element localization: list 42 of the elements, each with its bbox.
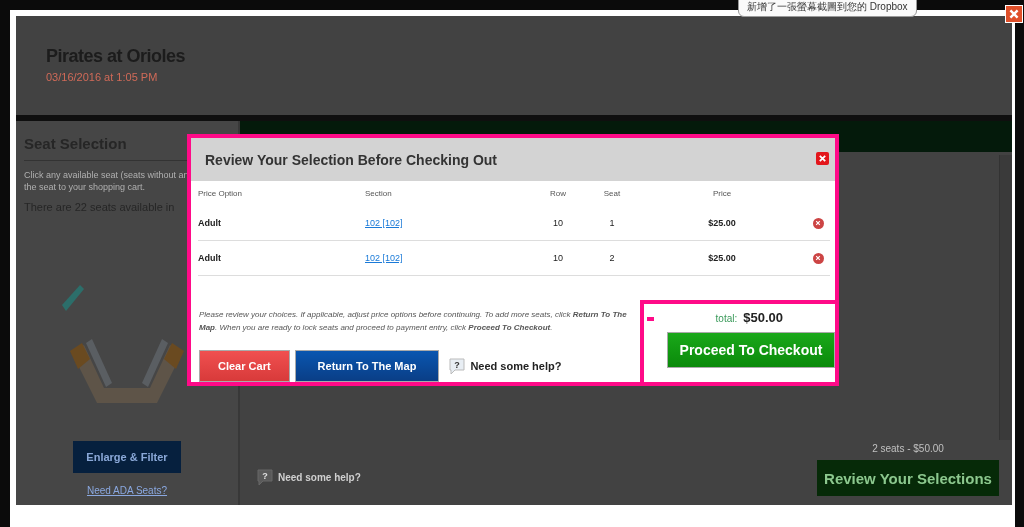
table-cell-text: 1 [608,218,616,228]
clear-cart-button[interactable]: Clear Cart [199,350,290,382]
column-header: Seat [602,189,622,198]
table-cell-text: 2 [608,253,616,263]
x-icon [815,220,821,226]
help-bubble-icon: ? [256,469,274,486]
x-icon [818,153,827,163]
table-cell: Adult [198,253,221,263]
ada-seats-link[interactable]: Need ADA Seats? [86,485,168,496]
help-text[interactable]: Need some help? [278,472,361,483]
section-link[interactable]: 102 [102] [365,218,403,228]
table-cell-text: $25.00 [707,253,737,263]
review-selections-button[interactable]: Review Your Selections [817,460,999,496]
close-button[interactable] [816,151,829,165]
x-icon [815,255,821,261]
instruction-text: the seat to your shopping cart. [24,181,147,193]
column-header: Price [711,189,733,198]
cart-summary: 2 seats - $50.00 [872,443,944,454]
instructions-note: Please review your choices. If applicable, adjust price options before continuing. To add more seats, click Return To The Map. When you are ready to lock seats and proceed to payment entry, click Proceed To Checkout. [199,309,628,334]
table-cell-text: $25.00 [707,218,737,228]
help-text[interactable]: Need some help? [470,360,562,372]
column-header: Section [365,189,393,198]
total-amount: $50.00 [743,310,783,325]
help-bubble-icon: ? [448,357,467,375]
table-cell-text: 10 [552,218,564,228]
table-cell: Adult [198,218,221,228]
scrollbar[interactable] [999,155,1012,440]
event-date: 03/16/2016 at 1:05 PM [46,71,159,83]
remove-button[interactable] [812,252,824,264]
enlarge-filter-button[interactable]: Enlarge & Filter [73,441,181,473]
return-to-map-button[interactable]: Return To The Map [294,350,440,382]
total-label: total: [715,313,738,324]
column-header: Price Option [198,189,244,198]
marker [647,317,654,321]
notification-toast: 新增了一張螢幕截圖到您的 Dropbox [738,0,917,17]
remove-button[interactable] [812,217,824,229]
table-cell-text: 10 [552,253,564,263]
proceed-to-checkout-button[interactable]: Proceed To Checkout [667,332,835,368]
x-icon [1008,8,1020,20]
section-link[interactable]: 102 [102] [365,253,403,263]
close-button[interactable] [1005,5,1023,23]
column-header: Row [549,189,567,198]
